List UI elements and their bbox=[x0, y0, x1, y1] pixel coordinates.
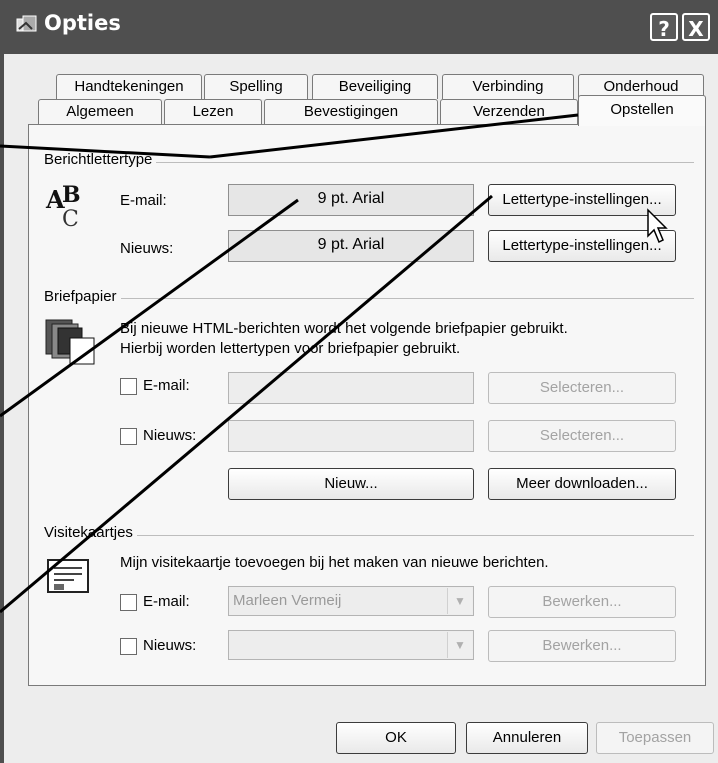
title-bar[interactable]: Opties ? X bbox=[0, 0, 718, 54]
vcard-section-divider bbox=[44, 535, 694, 536]
tab-spelling[interactable]: Spelling bbox=[204, 74, 308, 99]
tab-bevestigingen[interactable]: Bevestigingen bbox=[264, 99, 438, 124]
vcard-news-label: Nieuws: bbox=[143, 637, 197, 654]
stationery-news-label: Nieuws: bbox=[143, 427, 197, 444]
cancel-button[interactable]: Annuleren bbox=[466, 722, 588, 754]
window-title: Opties bbox=[44, 11, 121, 35]
stationery-news-field[interactable] bbox=[228, 420, 474, 452]
options-dialog: Opties ? X Handtekeningen Spelling Bevei… bbox=[0, 0, 718, 763]
font-news-value: 9 pt. Arial bbox=[228, 230, 474, 262]
tab-handtekeningen[interactable]: Handtekeningen bbox=[56, 74, 202, 99]
font-icon: A B C bbox=[45, 184, 81, 232]
help-button[interactable]: ? bbox=[650, 13, 678, 41]
vcard-email-select[interactable]: Marleen Vermeij ▼ bbox=[228, 586, 474, 616]
stationery-description-1: Bij nieuwe HTML-berichten wordt het volg… bbox=[120, 320, 568, 337]
stationery-email-field[interactable] bbox=[228, 372, 474, 404]
stationery-section-divider bbox=[44, 298, 694, 299]
tab-algemeen[interactable]: Algemeen bbox=[38, 99, 162, 124]
stationery-icon bbox=[45, 319, 95, 365]
vcard-news-select[interactable]: ▼ bbox=[228, 630, 474, 660]
font-settings-email-button[interactable]: Lettertype-instellingen... bbox=[488, 184, 676, 216]
chevron-down-icon[interactable]: ▼ bbox=[447, 588, 472, 614]
stationery-description-2: Hierbij worden lettertypen voor briefpap… bbox=[120, 340, 461, 357]
font-email-label: E-mail: bbox=[120, 192, 167, 209]
tab-verzenden[interactable]: Verzenden bbox=[440, 99, 578, 124]
svg-text:B: B bbox=[62, 184, 81, 208]
stationery-email-select-button[interactable]: Selecteren... bbox=[488, 372, 676, 404]
font-settings-news-button[interactable]: Lettertype-instellingen... bbox=[488, 230, 676, 262]
vcard-description: Mijn visitekaartje toevoegen bij het mak… bbox=[120, 554, 549, 571]
svg-text:C: C bbox=[62, 207, 79, 232]
tab-opstellen[interactable]: Opstellen bbox=[578, 95, 706, 126]
font-section-title: Berichtlettertype bbox=[44, 151, 157, 168]
tab-beveiliging[interactable]: Beveiliging bbox=[312, 74, 438, 99]
ok-button[interactable]: OK bbox=[336, 722, 456, 754]
vcard-email-label: E-mail: bbox=[143, 593, 190, 610]
vcard-section-title: Visitekaartjes bbox=[44, 524, 137, 541]
window-frame bbox=[0, 54, 4, 763]
font-news-label: Nieuws: bbox=[120, 240, 174, 257]
close-button[interactable]: X bbox=[682, 13, 710, 41]
stationery-news-checkbox[interactable] bbox=[120, 428, 137, 445]
stationery-news-select-button[interactable]: Selecteren... bbox=[488, 420, 676, 452]
vcard-email-select-value: Marleen Vermeij bbox=[233, 592, 342, 609]
tab-lezen[interactable]: Lezen bbox=[164, 99, 262, 124]
new-stationery-button[interactable]: Nieuw... bbox=[228, 468, 474, 500]
tab-verbinding[interactable]: Verbinding bbox=[442, 74, 574, 99]
vcard-news-checkbox[interactable] bbox=[120, 638, 137, 655]
vcard-email-checkbox[interactable] bbox=[120, 594, 137, 611]
vcard-news-edit-button[interactable]: Bewerken... bbox=[488, 630, 676, 662]
stationery-email-checkbox[interactable] bbox=[120, 378, 137, 395]
stationery-section-title: Briefpapier bbox=[44, 288, 121, 305]
apply-button[interactable]: Toepassen bbox=[596, 722, 714, 754]
stationery-email-label: E-mail: bbox=[143, 377, 190, 394]
vcard-email-edit-button[interactable]: Bewerken... bbox=[488, 586, 676, 618]
app-icon bbox=[16, 15, 37, 32]
download-more-button[interactable]: Meer downloaden... bbox=[488, 468, 676, 500]
chevron-down-icon[interactable]: ▼ bbox=[447, 632, 472, 658]
vcard-icon bbox=[47, 559, 89, 593]
font-email-value: 9 pt. Arial bbox=[228, 184, 474, 216]
